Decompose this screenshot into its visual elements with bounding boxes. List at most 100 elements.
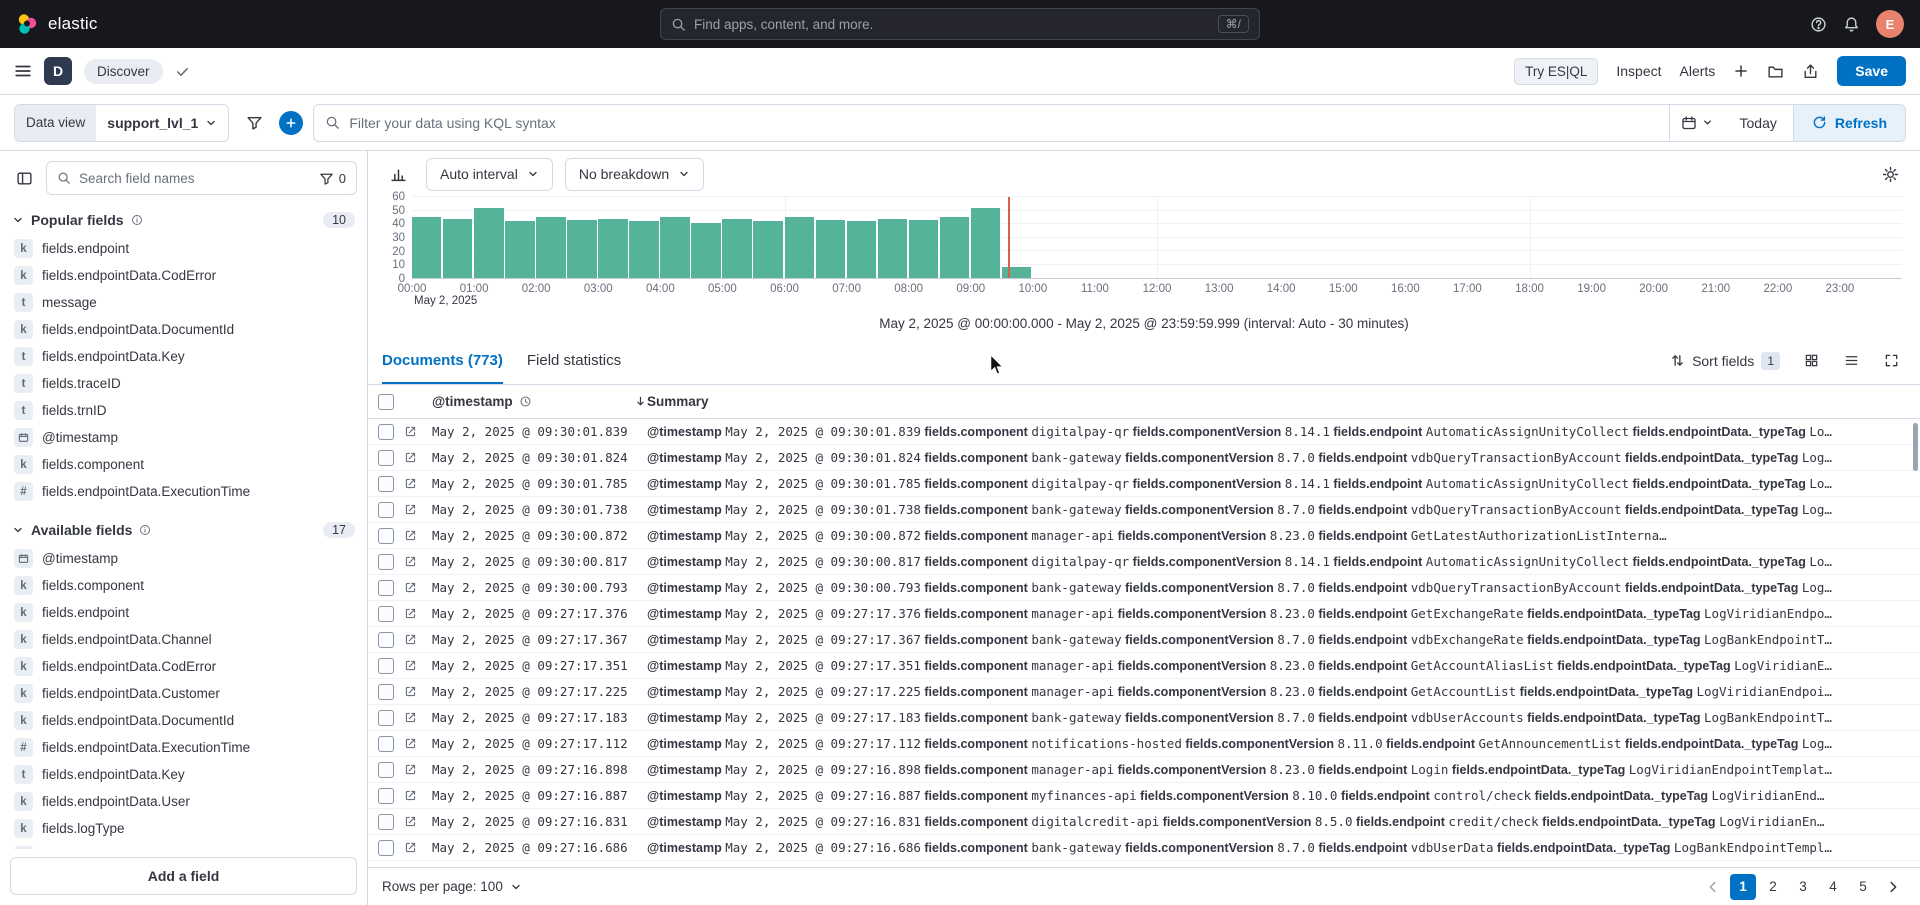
add-field-button[interactable]: Add a field — [10, 857, 357, 895]
row-checkbox[interactable] — [378, 684, 394, 700]
breadcrumb-discover[interactable]: Discover — [84, 59, 163, 84]
histogram-bar[interactable] — [940, 217, 969, 278]
sort-fields-button[interactable]: Sort fields 1 — [1664, 352, 1786, 370]
menu-hamburger-icon[interactable] — [14, 62, 32, 80]
expand-document-button[interactable] — [404, 815, 432, 828]
page-button[interactable]: 4 — [1820, 874, 1846, 900]
field-item[interactable]: kfields.endpointData.DocumentId — [10, 316, 357, 343]
field-item[interactable]: kfields.component — [10, 572, 357, 599]
histogram-bar[interactable] — [816, 220, 845, 278]
expand-document-button[interactable] — [404, 633, 432, 646]
scrollbar-thumb[interactable] — [1913, 423, 1918, 471]
row-checkbox[interactable] — [378, 580, 394, 596]
select-all-checkbox[interactable] — [378, 394, 394, 410]
field-item[interactable]: kfields.endpointData.CodError — [10, 653, 357, 680]
row-checkbox[interactable] — [378, 814, 394, 830]
timestamp-column-header[interactable]: @timestamp — [432, 394, 647, 409]
field-item[interactable]: @timestamp — [10, 545, 357, 572]
new-plus-icon[interactable] — [1733, 63, 1749, 79]
histogram-bar[interactable] — [598, 219, 627, 278]
refresh-button[interactable]: Refresh — [1794, 105, 1905, 141]
date-quick-select[interactable]: Today — [1724, 105, 1793, 141]
field-item[interactable]: tmessage — [10, 289, 357, 316]
filter-button[interactable] — [239, 108, 269, 138]
histogram-bar[interactable] — [753, 221, 782, 278]
expand-document-button[interactable] — [404, 581, 432, 594]
prev-page-button[interactable] — [1700, 874, 1726, 900]
row-checkbox[interactable] — [378, 450, 394, 466]
histogram-bar[interactable] — [878, 219, 907, 278]
histogram-bar[interactable] — [536, 217, 565, 278]
row-checkbox[interactable] — [378, 788, 394, 804]
field-item[interactable]: kfields.endpoint — [10, 599, 357, 626]
row-checkbox[interactable] — [378, 554, 394, 570]
try-esql-button[interactable]: Try ES|QL — [1514, 58, 1598, 85]
inspect-link[interactable]: Inspect — [1616, 63, 1661, 79]
expand-document-button[interactable] — [404, 763, 432, 776]
date-picker-button[interactable] — [1670, 105, 1724, 141]
page-button[interactable]: 3 — [1790, 874, 1816, 900]
row-checkbox[interactable] — [378, 736, 394, 752]
page-button[interactable]: 1 — [1730, 874, 1756, 900]
histogram-bar[interactable] — [474, 208, 503, 278]
field-item[interactable]: kfields.server — [10, 842, 357, 849]
expand-document-button[interactable] — [404, 841, 432, 854]
alerts-link[interactable]: Alerts — [1680, 63, 1716, 79]
field-item[interactable]: tfields.endpointData.Key — [10, 343, 357, 370]
expand-document-button[interactable] — [404, 451, 432, 464]
expand-document-button[interactable] — [404, 503, 432, 516]
edit-visualization-button[interactable] — [382, 158, 414, 190]
field-item[interactable]: kfields.endpointData.User — [10, 788, 357, 815]
histogram-bar[interactable] — [567, 220, 596, 278]
add-filter-button[interactable] — [279, 111, 303, 135]
field-item[interactable]: kfields.endpoint — [10, 235, 357, 262]
expand-document-button[interactable] — [404, 607, 432, 620]
row-checkbox[interactable] — [378, 528, 394, 544]
elastic-logo[interactable] — [16, 13, 38, 35]
row-checkbox[interactable] — [378, 762, 394, 778]
field-item[interactable]: kfields.component — [10, 451, 357, 478]
collapse-sidebar-button[interactable] — [10, 164, 38, 192]
row-checkbox[interactable] — [378, 502, 394, 518]
tab-documents[interactable]: Documents (773) — [382, 337, 503, 384]
expand-document-button[interactable] — [404, 477, 432, 490]
breakdown-dropdown[interactable]: No breakdown — [565, 158, 704, 191]
fullscreen-button[interactable] — [1876, 346, 1906, 376]
histogram-bar[interactable] — [629, 221, 658, 278]
tab-field-statistics[interactable]: Field statistics — [527, 337, 621, 384]
histogram-bar[interactable] — [722, 219, 751, 278]
field-item[interactable]: #fields.endpointData.ExecutionTime — [10, 734, 357, 761]
field-section-header[interactable]: Available fields17 — [10, 519, 357, 545]
row-height-button[interactable] — [1836, 346, 1866, 376]
expand-document-button[interactable] — [404, 737, 432, 750]
histogram-bar[interactable] — [505, 221, 534, 278]
expand-document-button[interactable] — [404, 685, 432, 698]
expand-document-button[interactable] — [404, 425, 432, 438]
kql-query-input[interactable]: Filter your data using KQL syntax — [314, 105, 1668, 141]
row-checkbox[interactable] — [378, 710, 394, 726]
histogram-bar[interactable] — [412, 217, 441, 278]
field-item[interactable]: kfields.endpointData.Channel — [10, 626, 357, 653]
data-view-picker[interactable]: Data view support_lvl_1 — [14, 104, 229, 142]
expand-document-button[interactable] — [404, 789, 432, 802]
row-checkbox[interactable] — [378, 632, 394, 648]
rows-per-page-button[interactable]: Rows per page: 100 — [382, 879, 522, 894]
field-search-input[interactable]: Search field names 0 — [46, 161, 357, 195]
grid-view-button[interactable] — [1796, 346, 1826, 376]
histogram-bar[interactable] — [909, 220, 938, 278]
histogram-bar[interactable] — [660, 217, 689, 278]
histogram-bar[interactable] — [847, 221, 876, 278]
histogram-bar[interactable] — [785, 217, 814, 278]
global-search-input[interactable]: Find apps, content, and more. ⌘/ — [660, 8, 1260, 40]
field-filter-button[interactable]: 0 — [319, 171, 346, 186]
histogram-options-button[interactable] — [1874, 158, 1906, 190]
field-item[interactable]: kfields.endpointData.CodError — [10, 262, 357, 289]
open-folder-icon[interactable] — [1767, 63, 1784, 80]
field-item[interactable]: #fields.endpointData.ExecutionTime — [10, 478, 357, 505]
share-icon[interactable] — [1802, 63, 1819, 80]
row-checkbox[interactable] — [378, 476, 394, 492]
histogram-bar[interactable] — [1002, 267, 1031, 278]
row-checkbox[interactable] — [378, 658, 394, 674]
next-page-button[interactable] — [1880, 874, 1906, 900]
save-button[interactable]: Save — [1837, 56, 1906, 86]
